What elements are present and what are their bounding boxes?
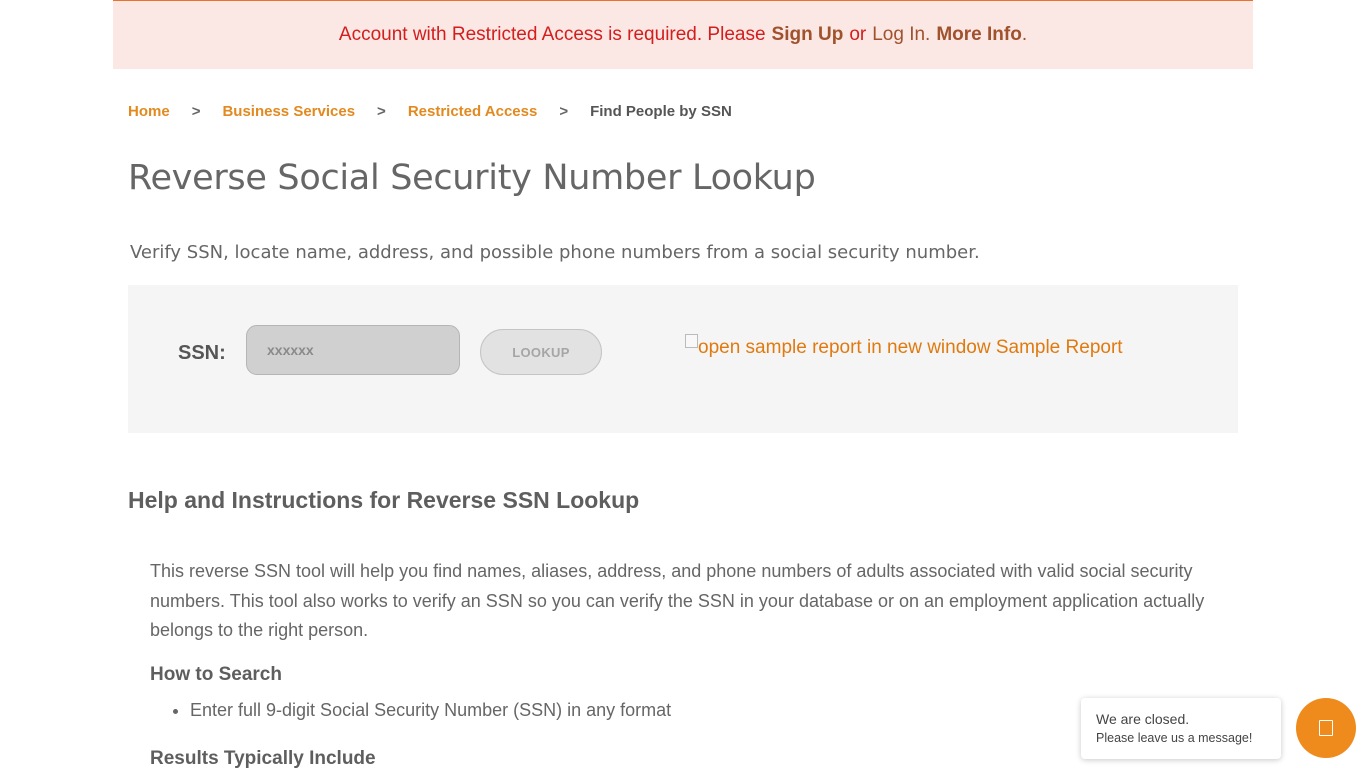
ssn-input[interactable] <box>246 325 460 375</box>
more-info-link[interactable]: More Info <box>936 24 1022 46</box>
page-subtitle: Verify SSN, locate name, address, and po… <box>130 242 980 263</box>
results-heading: Results Typically Include <box>150 748 376 768</box>
breadcrumb-business-services-link[interactable]: Business Services <box>222 103 355 120</box>
breadcrumb-current: Find People by SSN <box>590 103 732 120</box>
breadcrumb-separator: > <box>559 103 569 120</box>
page: Account with Restricted Access is requir… <box>0 0 1366 768</box>
chat-status-bubble[interactable]: We are closed. Please leave us a message… <box>1081 698 1281 759</box>
breadcrumb-separator: > <box>377 103 386 120</box>
help-description: This reverse SSN tool will help you find… <box>150 561 1205 640</box>
chat-icon <box>1319 720 1333 736</box>
ssn-label: SSN: <box>178 342 226 364</box>
list-item: Enter full 9-digit Social Security Numbe… <box>190 700 671 721</box>
breadcrumb: Home > Business Services > Restricted Ac… <box>128 103 732 120</box>
breadcrumb-home-link[interactable]: Home <box>128 103 170 120</box>
help-heading: Help and Instructions for Reverse SSN Lo… <box>128 487 640 513</box>
alert-period: . <box>1021 24 1028 45</box>
alert-or-text: or <box>849 24 867 45</box>
restricted-access-alert: Account with Restricted Access is requir… <box>113 0 1253 69</box>
page-title: Reverse Social Security Number Lookup <box>128 158 816 198</box>
sign-up-link[interactable]: Sign Up <box>772 24 844 46</box>
chat-launcher-button[interactable] <box>1296 698 1356 758</box>
ssn-search-panel: SSN: LOOKUP open sample report in new wi… <box>128 285 1238 433</box>
chat-message-text: Please leave us a message! <box>1096 731 1253 745</box>
breadcrumb-separator: > <box>191 103 201 120</box>
alert-text: Account with Restricted Access is requir… <box>338 24 766 45</box>
lookup-button[interactable]: LOOKUP <box>480 329 602 375</box>
broken-image-icon <box>685 334 698 348</box>
sample-report-label: open sample report in new window Sample … <box>698 337 1123 358</box>
log-in-link[interactable]: Log In. <box>872 24 930 46</box>
how-to-search-heading: How to Search <box>150 664 282 685</box>
breadcrumb-restricted-access-link[interactable]: Restricted Access <box>408 103 538 120</box>
sample-report-link[interactable]: open sample report in new window Sample … <box>685 334 1123 359</box>
how-to-search-list: Enter full 9-digit Social Security Numbe… <box>150 700 671 721</box>
chat-status-text: We are closed. <box>1096 711 1190 727</box>
